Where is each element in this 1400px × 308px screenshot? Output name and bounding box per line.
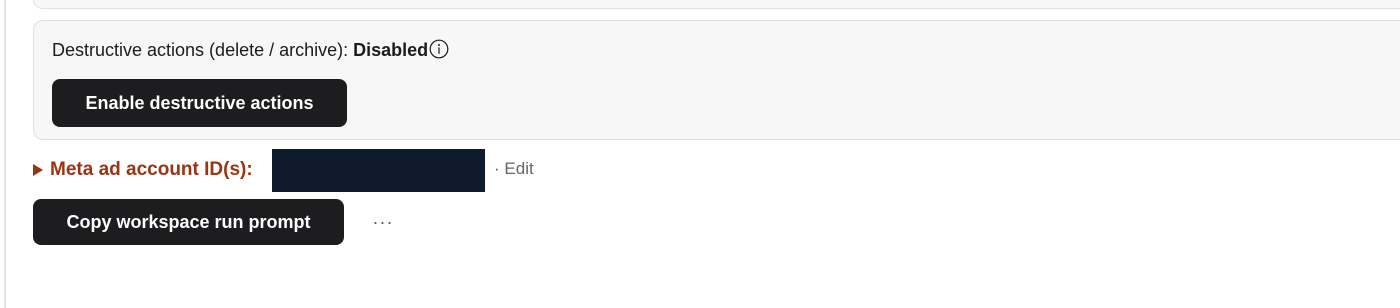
destructive-actions-status: Destructive actions (delete / archive): …: [52, 39, 449, 61]
copy-workspace-run-prompt-button[interactable]: Copy workspace run prompt: [33, 199, 344, 245]
previous-section-card: [33, 0, 1400, 9]
destructive-actions-card: Destructive actions (delete / archive): …: [33, 20, 1400, 140]
redacted-account-ids: [272, 149, 485, 192]
destructive-actions-status-value: Disabled: [353, 40, 429, 60]
content-left-rule: [4, 0, 6, 308]
info-circle-icon[interactable]: [429, 39, 449, 59]
meta-ad-account-summary[interactable]: Meta ad account ID(s):: [33, 148, 253, 192]
more-horizontal-icon[interactable]: ···: [366, 207, 400, 237]
meta-ad-account-label: Meta ad account ID(s):: [50, 159, 253, 180]
edit-ad-account-link: · Edit: [494, 158, 534, 180]
destructive-actions-label: Destructive actions (delete / archive):: [52, 40, 349, 60]
edit-ad-account-button[interactable]: Edit: [504, 159, 533, 178]
edit-separator: ·: [494, 159, 500, 178]
disclosure-triangle-icon: [33, 164, 43, 176]
enable-destructive-actions-button[interactable]: Enable destructive actions: [52, 79, 347, 127]
